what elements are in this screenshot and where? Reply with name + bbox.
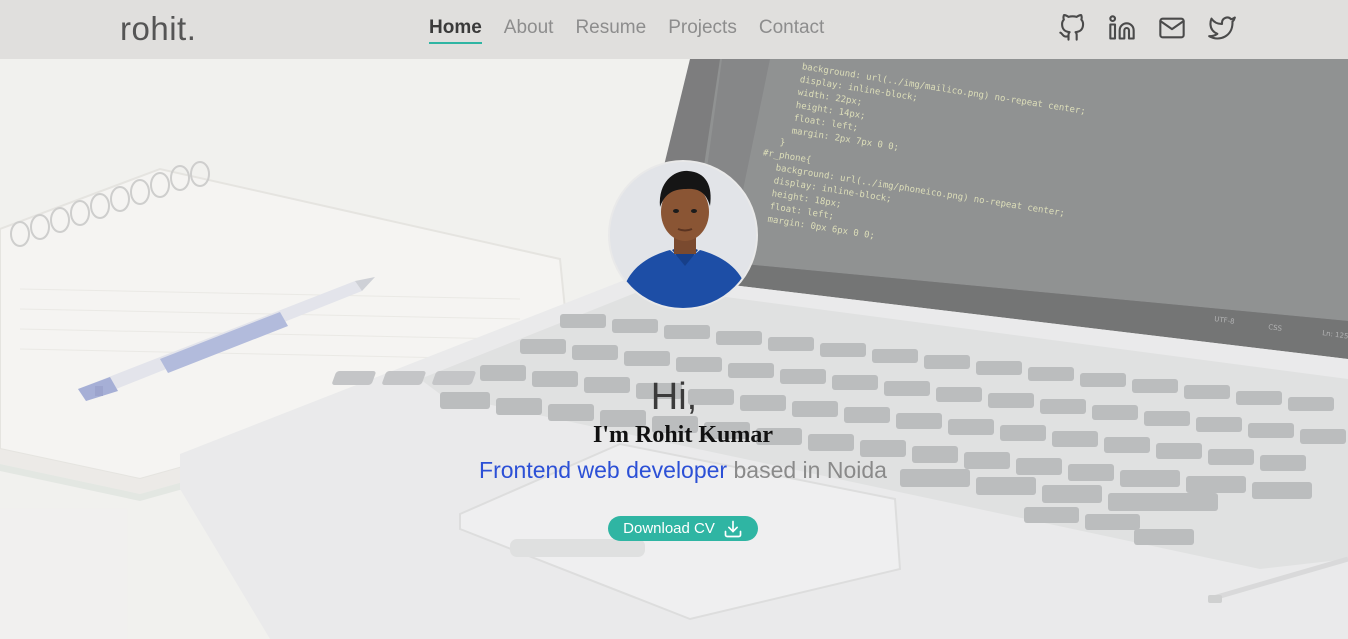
linkedin-icon[interactable] [1108,14,1136,42]
twitter-icon[interactable] [1208,14,1236,42]
download-cv-label: Download CV [623,520,715,537]
nav-menu: Home About Resume Projects Contact [429,17,824,44]
nav-about[interactable]: About [504,17,554,43]
nav-contact[interactable]: Contact [759,17,824,43]
nav-projects[interactable]: Projects [668,17,737,43]
social-links [1058,14,1236,42]
hero-name: I'm Rohit Kumar [593,422,773,448]
hero-greeting: Hi, [650,376,698,418]
mail-icon[interactable] [1158,14,1186,42]
download-icon [724,520,742,537]
hero-role: Frontend web developer based in Noida [0,457,1348,484]
role-location: based in Noida [727,457,887,483]
download-cv-button[interactable]: Download CV [608,516,758,541]
nav-home[interactable]: Home [429,17,482,44]
background-overlay [0,59,1348,639]
hero-section: background: url(../img/mailico.png) no-r… [0,59,1348,639]
role-highlight: Frontend web developer [479,457,728,483]
github-icon[interactable] [1058,14,1086,42]
brand-logo[interactable]: rohit. [120,10,196,48]
navbar: rohit. Home About Resume Projects Contac… [0,0,1348,59]
profile-avatar [608,160,758,310]
nav-resume[interactable]: Resume [575,17,646,43]
